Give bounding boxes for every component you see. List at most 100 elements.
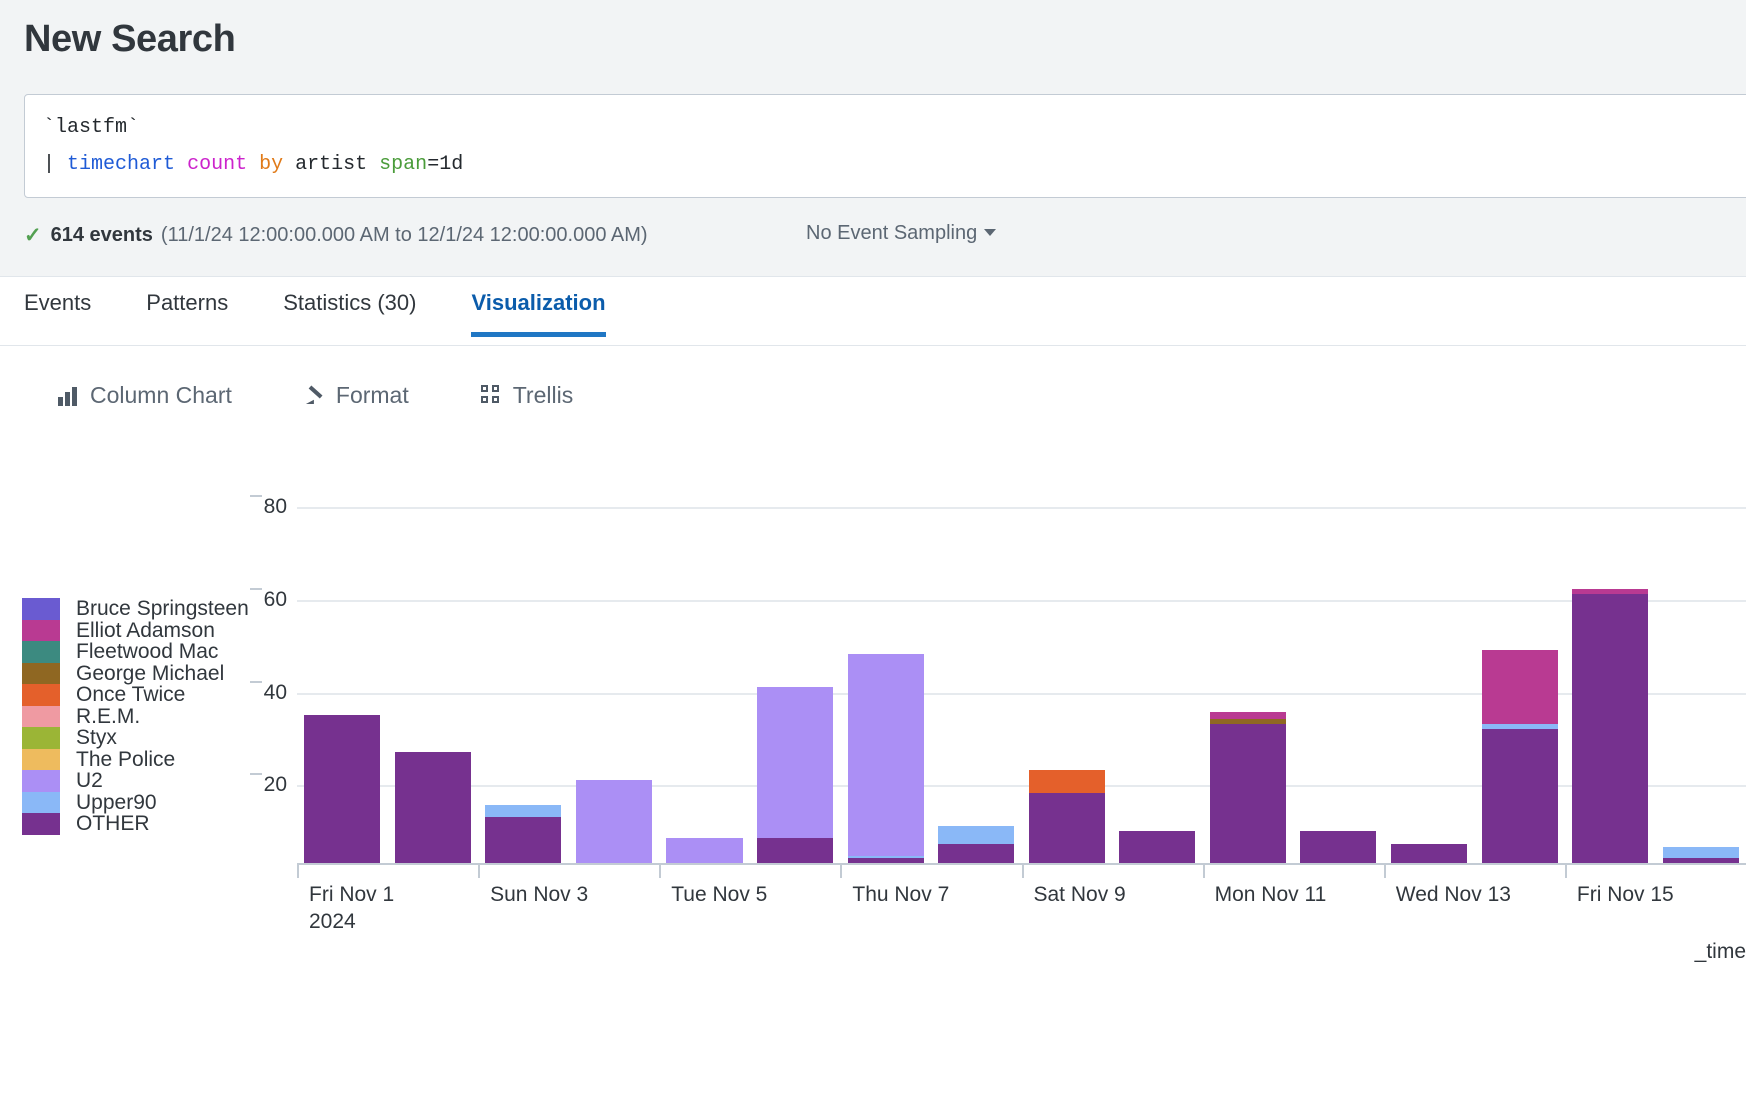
legend-item[interactable]: Bruce Springsteen [22, 598, 249, 620]
bar-segment[interactable] [1300, 830, 1377, 863]
bar-segment[interactable] [485, 805, 562, 817]
legend-item[interactable]: R.E.M. [22, 705, 249, 727]
query-command: timechart [67, 153, 176, 176]
bar-segment[interactable] [1390, 844, 1468, 863]
chart-bar[interactable] [485, 805, 562, 863]
legend-label: Fleetwood Mac [76, 640, 219, 663]
column-chart-icon [58, 384, 80, 406]
y-axis-tick-label: 20 [249, 773, 287, 797]
x-axis-tick-label-text: Tue Nov 5 [671, 883, 768, 906]
bar-segment[interactable] [1572, 594, 1649, 863]
chart-bar[interactable] [1119, 830, 1196, 863]
bar-segment[interactable] [394, 751, 471, 863]
legend-item[interactable]: Elliot Adamson [22, 618, 249, 642]
x-axis-tick-label: Wed Nov 13 [1396, 883, 1511, 907]
legend-item[interactable]: George Michael [22, 661, 249, 685]
x-axis-tick-label: Sat Nov 9 [1034, 883, 1126, 907]
chart-bar[interactable] [575, 779, 652, 863]
chart-bar[interactable] [666, 837, 743, 863]
x-axis-tick-label-text: Wed Nov 13 [1395, 883, 1511, 906]
y-axis-tick-mark [249, 495, 262, 498]
x-axis-tick-mark [297, 865, 299, 878]
chart-bar[interactable] [1481, 649, 1558, 863]
bar-segment[interactable] [575, 779, 652, 863]
legend-label: Bruce Springsteen [76, 597, 249, 620]
x-axis-tick-label-text: Fri Nov 1 [309, 883, 395, 906]
tab-patterns[interactable]: Patterns [146, 278, 228, 336]
bar-segment[interactable] [1209, 723, 1286, 863]
trellis-button[interactable]: Trellis [480, 382, 573, 409]
legend-label: George Michael [76, 661, 225, 685]
legend-label: Upper90 [76, 790, 157, 814]
chart-bar[interactable] [1028, 770, 1105, 863]
viz-button-label: Format [335, 381, 409, 408]
chart-bar[interactable] [938, 825, 1015, 863]
chart-bar[interactable] [1300, 830, 1377, 863]
search-query-text: `lastfm` | timechart count by artist spa… [43, 109, 463, 183]
bar-segment[interactable] [757, 837, 834, 863]
bar-segment[interactable] [1481, 728, 1558, 863]
legend-color-swatch [22, 662, 60, 684]
bar-segment[interactable] [304, 714, 381, 863]
x-axis-tick-label-text: Fri Nov 15 [1576, 883, 1674, 906]
x-axis-tick-label-text: Thu Nov 7 [852, 883, 950, 906]
column-chart-button[interactable]: Column Chart [58, 382, 232, 409]
bar-segment[interactable] [485, 816, 562, 863]
x-axis-tick-mark [1202, 865, 1205, 878]
x-axis-tick-mark [478, 865, 481, 878]
bar-segment[interactable] [1209, 712, 1286, 720]
page-title: New Search [24, 18, 236, 60]
chart-bar[interactable] [1572, 589, 1649, 863]
bar-segment[interactable] [847, 654, 924, 857]
y-axis-tick-label: 80 [249, 495, 287, 519]
legend-label: Elliot Adamson [76, 618, 215, 642]
legend-item[interactable]: OTHER [22, 813, 249, 835]
chart-bar[interactable] [1662, 846, 1739, 863]
chart-bar[interactable] [1390, 844, 1468, 863]
format-button[interactable]: Format [304, 382, 409, 409]
x-axis-tick-mark [1383, 865, 1386, 878]
bar-segment[interactable] [757, 686, 834, 838]
search-query-input[interactable]: `lastfm` | timechart count by artist spa… [24, 94, 1746, 198]
tab-label: Events [24, 290, 92, 315]
result-tabs: Events Patterns Statistics (30) Visualizati… [0, 278, 1746, 346]
x-axis-tick-label: Thu Nov 7 [852, 883, 949, 907]
legend-item[interactable]: The Police [22, 747, 249, 771]
tab-events[interactable]: Events [24, 278, 91, 336]
query-function: count [187, 153, 248, 176]
chart-bar[interactable] [847, 654, 924, 863]
legend-color-swatch [22, 705, 60, 727]
bar-segment[interactable] [1028, 770, 1105, 794]
legend-label: The Police [76, 747, 176, 771]
bar-segment[interactable] [1662, 846, 1739, 859]
legend-item[interactable]: Upper90 [22, 790, 249, 814]
x-axis-tick-label-text: Mon Nov 11 [1214, 883, 1327, 906]
legend-item[interactable]: Fleetwood Mac [22, 641, 249, 663]
tab-visualization[interactable]: Visualization [471, 278, 606, 337]
legend-color-swatch [22, 619, 60, 641]
x-axis-tick-mark [840, 865, 843, 878]
x-axis-tick-label-text: Sat Nov 9 [1033, 883, 1126, 906]
bar-segment[interactable] [938, 825, 1015, 845]
x-axis-tick-mark [1021, 865, 1024, 878]
event-sampling-dropdown[interactable]: No Event Sampling [806, 222, 997, 245]
bar-segment[interactable] [666, 837, 743, 863]
bar-segment[interactable] [938, 844, 1015, 863]
chart-bars [297, 470, 1746, 863]
query-pipe: | [43, 153, 56, 176]
chart-bar[interactable] [757, 686, 834, 863]
y-axis-tick-mark [249, 587, 262, 590]
chart-bar[interactable] [304, 714, 381, 863]
bar-segment[interactable] [1028, 793, 1105, 863]
legend-item[interactable]: U2 [22, 770, 249, 792]
search-status-row: ✓ 614 events (11/1/24 12:00:00.000 AM to… [24, 222, 648, 247]
bar-segment[interactable] [1119, 830, 1196, 863]
x-axis-title: _time [1694, 940, 1746, 963]
bar-segment[interactable] [1481, 649, 1558, 724]
legend-item[interactable]: Styx [22, 727, 249, 749]
legend-item[interactable]: Once Twice [22, 684, 249, 706]
x-axis-tick-label: Fri Nov 15 [1577, 883, 1674, 907]
chart-bar[interactable] [394, 751, 471, 863]
tab-statistics-30[interactable]: Statistics (30) [283, 278, 416, 336]
chart-bar[interactable] [1209, 712, 1286, 863]
